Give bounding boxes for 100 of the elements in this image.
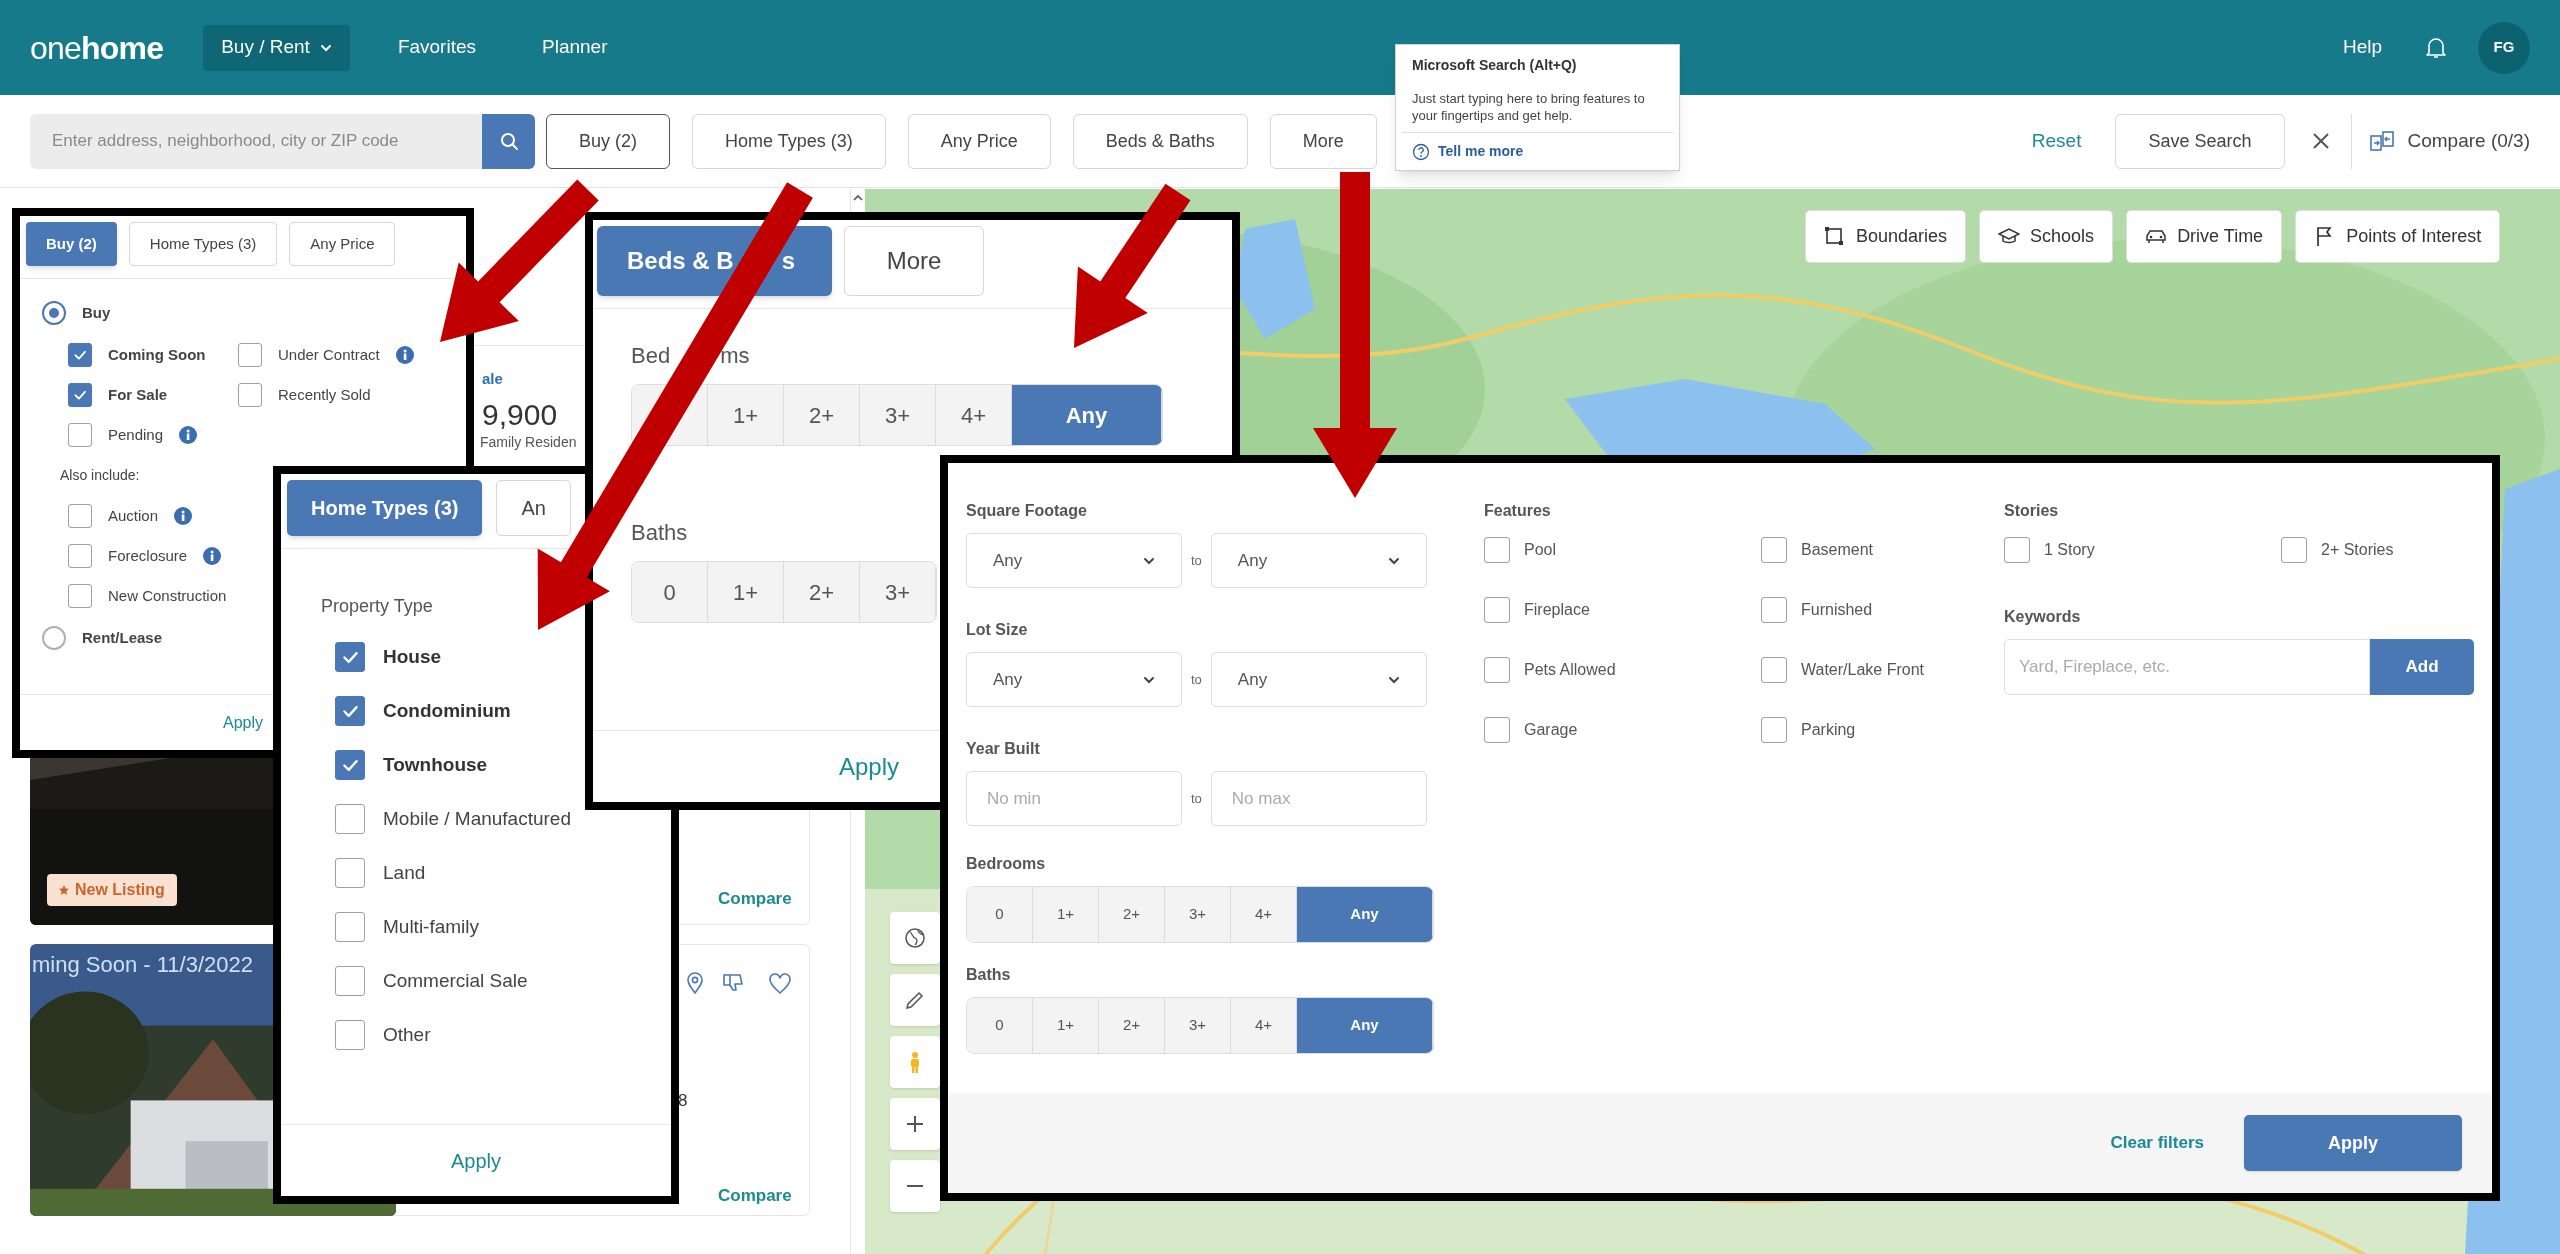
segment-button[interactable]: 2+	[1099, 887, 1165, 942]
person-button[interactable]	[890, 1036, 940, 1088]
dropdown[interactable]: Any	[1210, 533, 1427, 588]
info-icon[interactable]	[179, 426, 198, 444]
segment-button[interactable]: 0	[967, 998, 1033, 1053]
checkbox[interactable]	[68, 544, 92, 568]
segment-button[interactable]: 4+	[936, 385, 1012, 445]
nav-item[interactable]: Planner	[524, 24, 626, 71]
add-button[interactable]: Add	[2370, 639, 2474, 695]
filter-button[interactable]: Buy (2)	[546, 113, 671, 169]
checkbox[interactable]	[1484, 717, 1510, 743]
checkbox[interactable]	[335, 804, 365, 834]
logo[interactable]: onehome	[30, 23, 164, 72]
checkbox[interactable]	[1484, 657, 1510, 683]
map-layer-button[interactable]: Boundaries	[1805, 210, 1967, 263]
checkbox[interactable]	[68, 504, 92, 528]
apply-link[interactable]: Apply	[839, 748, 900, 785]
filter-button[interactable]: Home Types (3)	[692, 113, 886, 169]
bell-icon[interactable]	[2424, 35, 2448, 60]
map-layer-button[interactable]: Schools	[1979, 210, 2114, 263]
clear-filters-link[interactable]: Clear filters	[2110, 1130, 2204, 1156]
thumbs-down-icon[interactable]	[722, 972, 744, 994]
segment-button[interactable]: 4+	[1231, 998, 1297, 1053]
info-icon[interactable]	[203, 547, 222, 565]
segment-button[interactable]: 0	[632, 562, 708, 622]
radio-button[interactable]	[42, 626, 66, 650]
segment-button[interactable]: 1+	[708, 385, 784, 445]
search-field[interactable]: Enter address, neighborhood, city or ZIP code	[30, 113, 482, 169]
map-layer-button[interactable]: Points of Interest	[2295, 210, 2501, 263]
segment-button[interactable]: 3+	[1165, 887, 1231, 942]
apply-link[interactable]: Apply	[223, 710, 263, 735]
checkbox[interactable]	[335, 858, 365, 888]
checkbox[interactable]	[335, 642, 365, 672]
segment-button[interactable]: Any	[1297, 998, 1433, 1053]
filter-button[interactable]: Beds & Baths	[1072, 113, 1248, 169]
info-icon[interactable]	[395, 346, 414, 364]
segment-button[interactable]: Any	[1297, 887, 1433, 942]
tab[interactable]: More	[844, 226, 984, 296]
filter-button[interactable]: More	[1269, 113, 1377, 169]
compare-link[interactable]: Compare	[718, 1183, 792, 1209]
segment-button[interactable]: 1+	[1033, 887, 1099, 942]
checkbox[interactable]	[1761, 657, 1787, 683]
tab[interactable]: Home Types (3)	[287, 480, 483, 536]
search-button[interactable]	[482, 113, 535, 169]
close-icon[interactable]	[2310, 131, 2331, 151]
help-link[interactable]: Help	[2342, 33, 2382, 62]
segment-button[interactable]: 1+	[1033, 998, 1099, 1053]
checkbox[interactable]	[335, 966, 365, 996]
checkbox[interactable]	[1761, 537, 1787, 563]
dropdown[interactable]: Any	[1210, 652, 1427, 707]
segment-button[interactable]: Any	[1012, 385, 1162, 445]
avatar[interactable]: FG	[2478, 21, 2530, 74]
tab[interactable]: Any Price	[289, 222, 396, 266]
checkbox[interactable]	[68, 423, 92, 447]
input-field[interactable]: Yard, Fireplace, etc.	[2004, 639, 2370, 695]
checkbox[interactable]	[238, 383, 262, 407]
filter-button[interactable]: Any Price	[907, 113, 1051, 169]
zoom-in-button[interactable]	[890, 1098, 940, 1150]
nav-item[interactable]: Favorites	[379, 24, 494, 71]
checkbox[interactable]	[335, 696, 365, 726]
reset-link[interactable]: Reset	[2031, 126, 2082, 156]
save-search-button[interactable]: Save Search	[2115, 113, 2285, 169]
segment-button[interactable]: 3+	[860, 562, 936, 622]
input-field[interactable]: No max	[1210, 771, 1427, 826]
info-icon[interactable]	[174, 507, 193, 525]
segment-button[interactable]: 2+	[784, 562, 860, 622]
checkbox[interactable]	[68, 343, 92, 367]
segment-button[interactable]: 3+	[860, 385, 936, 445]
input-field[interactable]: No min	[966, 771, 1182, 826]
checkbox[interactable]	[68, 383, 92, 407]
checkbox[interactable]	[68, 584, 92, 608]
segment-button[interactable]: 0	[967, 887, 1033, 942]
tab[interactable]: An	[496, 480, 571, 536]
map-pin-icon[interactable]	[684, 972, 706, 996]
checkbox[interactable]	[1761, 597, 1787, 623]
checkbox[interactable]	[1484, 597, 1510, 623]
checkbox[interactable]	[238, 343, 262, 367]
checkbox[interactable]	[335, 912, 365, 942]
checkbox[interactable]	[335, 750, 365, 780]
segment-button[interactable]: 1+	[708, 562, 784, 622]
segment-button[interactable]: 4+	[1231, 887, 1297, 942]
tab[interactable]: Home Types (3)	[128, 222, 278, 266]
segment-button[interactable]: 3+	[1165, 998, 1231, 1053]
segment-button[interactable]: 2+	[784, 385, 860, 445]
pencil-button[interactable]	[890, 974, 940, 1026]
apply-link[interactable]: Apply	[451, 1145, 501, 1176]
dropdown[interactable]: Any	[966, 533, 1182, 588]
apply-button[interactable]: Apply	[2244, 1115, 2462, 1171]
nav-item[interactable]: Buy / Rent	[203, 24, 350, 71]
checkbox[interactable]	[335, 1020, 365, 1050]
heart-icon[interactable]	[768, 972, 792, 994]
segment-button[interactable]: 2+	[1099, 998, 1165, 1053]
compare-button[interactable]: Compare (0/3)	[2369, 126, 2530, 156]
checkbox[interactable]	[2004, 537, 2030, 563]
dropdown[interactable]: Any	[966, 652, 1182, 707]
tab[interactable]: Buy (2)	[26, 222, 117, 266]
radio-button[interactable]	[42, 301, 66, 325]
checkbox[interactable]	[1484, 537, 1510, 563]
map-layer-button[interactable]: Drive Time	[2126, 210, 2283, 263]
checkbox[interactable]	[2281, 537, 2307, 563]
